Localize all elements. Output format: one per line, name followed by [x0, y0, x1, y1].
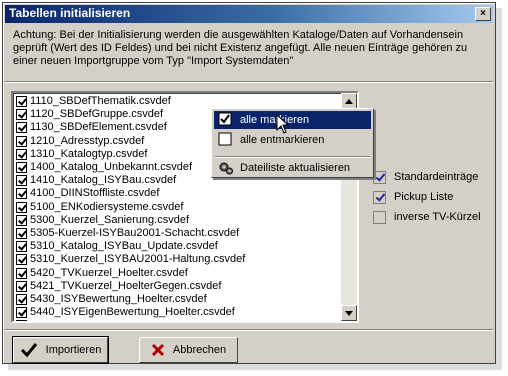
item-label: 1120_SBDefGruppe.csvdef [30, 108, 164, 121]
list-item[interactable]: 5305-Kuerzel-ISYBau2001-Schacht.csvdef [16, 227, 239, 240]
item-label: 5421_TVKuerzel_HoelterGegen.csvdef [30, 279, 222, 292]
list-item[interactable]: 5420_TVKuerzel_Hoelter.csvdef [16, 267, 188, 280]
cancel-button-label: Abbrechen [172, 344, 227, 356]
list-item[interactable]: 1400_Katalog_Unbekannt.csvdef [16, 161, 192, 174]
item-label: 5430_ISYBewertung_Hoelter.csvdef [30, 293, 207, 305]
item-label: 5420_TVKuerzel_Hoelter.csvdef [30, 266, 188, 279]
item-checkbox[interactable] [16, 214, 27, 226]
cancel-button[interactable]: Abbrechen [139, 337, 238, 363]
title-bar[interactable]: Tabellen initialisieren × [5, 5, 493, 23]
list-item[interactable]: 5440_ISYEigenBewertung_Hoelter.csvdef [16, 306, 235, 319]
menu-item-mark-all[interactable]: alle markieren [214, 111, 371, 129]
list-item[interactable]: 1130_SBDefElement.csvdef [16, 121, 167, 134]
arrow-up-icon [345, 98, 353, 104]
item-checkbox[interactable] [16, 201, 27, 213]
list-item[interactable]: 5421_TVKuerzel_HoelterGegen.csvdef [16, 280, 221, 293]
menu-item-label: alle entmarkieren [240, 134, 325, 146]
list-item[interactable]: 1410_Katalog_ISYBau.csvdef [16, 174, 176, 187]
list-item[interactable]: 4100_DIINStoffliste.csvdef [16, 187, 159, 200]
item-checkbox[interactable] [16, 254, 27, 266]
option-label: inverse TV-Kürzel [394, 211, 481, 223]
item-checkbox[interactable] [16, 135, 27, 147]
menu-separator [215, 156, 370, 158]
item-checkbox[interactable] [16, 241, 27, 253]
option-checkbox-row[interactable]: Pickup Liste [373, 189, 453, 205]
item-checkbox[interactable] [16, 267, 27, 279]
list-item[interactable] [16, 319, 30, 321]
option-label: Standardeinträge [394, 171, 479, 183]
scroll-down-button[interactable] [341, 305, 357, 321]
item-label: 4100_DIINStoffliste.csvdef [30, 187, 160, 200]
context-menu: alle markieren alle entmarkieren Dateili… [211, 108, 374, 178]
item-checkbox[interactable] [16, 280, 27, 292]
import-button-label: Importieren [45, 344, 102, 356]
item-checkbox[interactable] [16, 148, 27, 160]
item-label: 1110_SBDefThematik.csvdef [30, 95, 171, 107]
close-button[interactable]: × [475, 7, 491, 21]
list-item[interactable]: 5100_ENKodiersysteme.csvdef [16, 201, 183, 214]
arrow-down-icon [345, 310, 353, 316]
item-checkbox[interactable] [16, 162, 27, 173]
checked-box-icon [218, 112, 234, 128]
refresh-gears-icon [218, 160, 234, 176]
item-label: 5310_Kuerzel_ISYBAU2001-Haltung.csvdef [30, 253, 246, 266]
item-label: 1410_Katalog_ISYBau.csvdef [30, 174, 177, 187]
list-item[interactable]: 1110_SBDefThematik.csvdef [16, 95, 171, 108]
item-label: 5440_ISYEigenBewertung_Hoelter.csvdef [30, 306, 235, 319]
option-checkbox[interactable] [373, 210, 386, 224]
list-item[interactable]: 5310_Kuerzel_ISYBAU2001-Haltung.csvdef [16, 253, 245, 266]
item-checkbox[interactable] [16, 109, 27, 121]
empty-box-icon [218, 132, 234, 148]
list-item[interactable]: 1120_SBDefGruppe.csvdef [16, 108, 163, 121]
item-checkbox[interactable] [16, 188, 27, 200]
item-checkbox[interactable] [16, 307, 27, 319]
bottom-divider [5, 329, 493, 331]
list-item[interactable]: 5310_Katalog_ISYBau_Update.csvdef [16, 240, 218, 253]
item-checkbox[interactable] [16, 96, 27, 107]
notice-text: Achtung: Bei der Initialisierung werden … [13, 29, 468, 67]
cross-icon [151, 343, 164, 357]
scroll-up-button[interactable] [341, 93, 357, 109]
item-label: 5300_Kuerzel_Sanierung.csvdef [30, 213, 190, 226]
item-label: 1130_SBDefElement.csvdef [30, 121, 167, 134]
menu-item-refresh-list[interactable]: Dateiliste aktualisieren [214, 159, 371, 177]
item-label: 5305-Kuerzel-ISYBau2001-Schacht.csvdef [30, 227, 240, 239]
item-checkbox[interactable] [16, 320, 27, 321]
menu-item-label: Dateiliste aktualisieren [240, 162, 351, 174]
list-item[interactable]: 1210_Adresstyp.csvdef [16, 135, 144, 148]
checkmark-icon [20, 343, 37, 358]
item-checkbox[interactable] [16, 228, 27, 239]
top-divider [5, 81, 493, 83]
item-label: 1310_Katalogtyp.csvdef [30, 147, 148, 160]
list-item[interactable]: 1310_Katalogtyp.csvdef [16, 148, 147, 161]
item-label: 1400_Katalog_Unbekannt.csvdef [30, 161, 193, 173]
menu-item-label: alle markieren [240, 114, 310, 126]
option-checkbox[interactable] [373, 170, 386, 184]
list-item[interactable]: 5300_Kuerzel_Sanierung.csvdef [16, 214, 189, 227]
item-label: 1210_Adresstyp.csvdef [30, 134, 145, 147]
window-title: Tabellen initialisieren [9, 6, 131, 20]
list-item[interactable]: 5430_ISYBewertung_Hoelter.csvdef [16, 293, 207, 306]
dialog-window: Tabellen initialisieren × Achtung: Bei d… [2, 2, 496, 364]
item-checkbox[interactable] [16, 175, 27, 187]
option-checkbox-row[interactable]: inverse TV-Kürzel [373, 209, 481, 225]
option-checkbox-row[interactable]: Standardeinträge [373, 169, 478, 185]
import-button[interactable]: Importieren [12, 336, 109, 364]
option-checkbox[interactable] [373, 190, 386, 204]
item-label: 5100_ENKodiersysteme.csvdef [30, 200, 184, 213]
option-label: Pickup Liste [394, 191, 454, 203]
item-checkbox[interactable] [16, 294, 27, 305]
item-checkbox[interactable] [16, 122, 27, 134]
menu-item-unmark-all[interactable]: alle entmarkieren [214, 131, 371, 149]
mouse-cursor-icon [276, 114, 290, 134]
item-label: 5310_Katalog_ISYBau_Update.csvdef [30, 240, 218, 253]
